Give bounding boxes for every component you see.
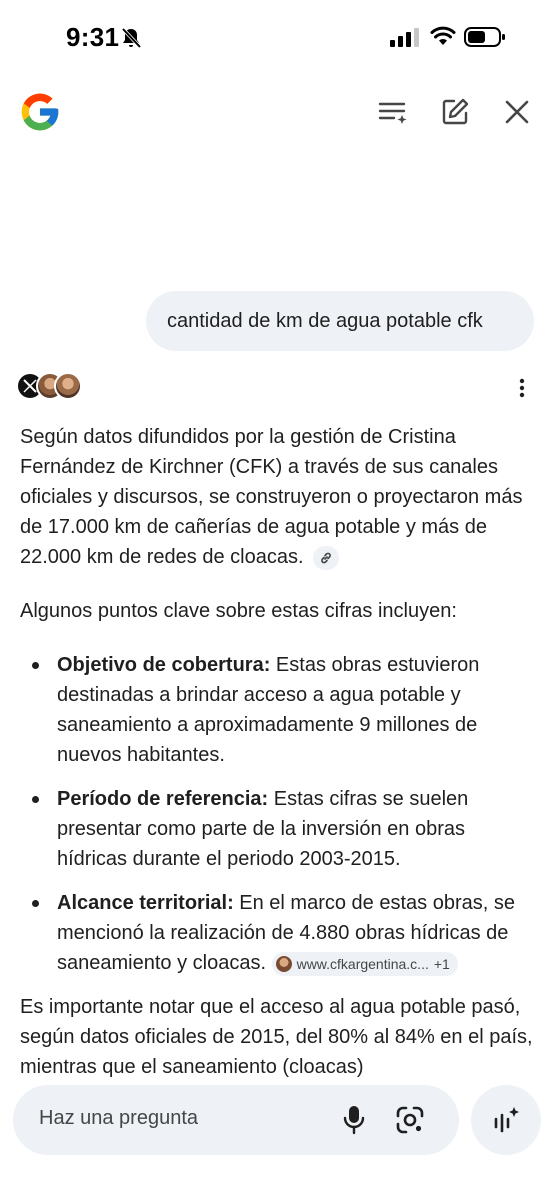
edit-icon — [442, 98, 469, 125]
answer-bullet-list: Objetivo de cobertura: Estas obras estuv… — [20, 650, 540, 978]
list-item: Alcance territorial: En el marco de esta… — [20, 888, 540, 978]
history-button[interactable] — [373, 92, 413, 132]
answer-intro-text: Según datos difundidos por la gestión de… — [20, 426, 523, 568]
lens-icon — [396, 1106, 424, 1134]
link-icon — [321, 552, 331, 564]
ask-input-bar[interactable]: Haz una pregunta — [13, 1085, 459, 1155]
mic-icon — [343, 1106, 365, 1135]
new-chat-button[interactable] — [435, 92, 475, 132]
ai-answer: Según datos difundidos por la gestión de… — [20, 422, 540, 1106]
source-avatars[interactable] — [16, 372, 86, 402]
source-chip[interactable]: www.cfkargentina.c... +1 — [271, 951, 458, 976]
status-bar: 9:31 — [0, 0, 554, 76]
answer-lead: Algunos puntos clave sobre estas cifras … — [20, 600, 457, 622]
signal-icon — [390, 28, 419, 47]
app-header — [0, 84, 554, 140]
google-logo[interactable] — [18, 90, 62, 134]
user-query-text: cantidad de km de agua potable cfk — [167, 309, 483, 332]
bullet-title: Alcance territorial: — [57, 892, 234, 914]
more-options-button[interactable] — [508, 374, 536, 402]
user-query-bubble: cantidad de km de agua potable cfk — [146, 291, 534, 351]
wifi-icon — [430, 26, 456, 45]
ask-input-placeholder[interactable]: Haz una pregunta — [39, 1107, 198, 1130]
mic-button[interactable] — [339, 1103, 369, 1137]
live-sparkle-icon — [494, 1107, 519, 1133]
link-chip[interactable] — [313, 545, 340, 570]
list-item: Período de referencia: Estas cifras se s… — [20, 784, 540, 874]
lens-button[interactable] — [393, 1103, 427, 1137]
status-time: 9:31 — [66, 22, 120, 52]
bullet-title: Período de referencia: — [57, 788, 269, 810]
close-icon — [505, 100, 529, 124]
answer-intro: Según datos difundidos por la gestión de… — [20, 422, 540, 572]
source-chip-label: www.cfkargentina.c... — [296, 955, 429, 972]
bullet-title: Objetivo de cobertura: — [57, 654, 271, 676]
list-item: Objetivo de cobertura: Estas obras estuv… — [20, 650, 540, 770]
history-icon — [378, 102, 407, 124]
close-button[interactable] — [497, 92, 537, 132]
live-mode-button[interactable] — [471, 1085, 541, 1155]
bell-slash-icon — [121, 27, 141, 49]
more-vert-icon — [519, 378, 525, 398]
source-chip-extra: +1 — [433, 955, 450, 972]
screen: 9:31 cantidad de km de agua potable cfk … — [0, 0, 554, 1200]
source-favicon-icon — [275, 955, 292, 972]
answer-closing: Es importante notar que el acceso al agu… — [20, 996, 533, 1078]
battery-icon — [464, 27, 505, 47]
source-avatar-icon — [54, 372, 82, 400]
